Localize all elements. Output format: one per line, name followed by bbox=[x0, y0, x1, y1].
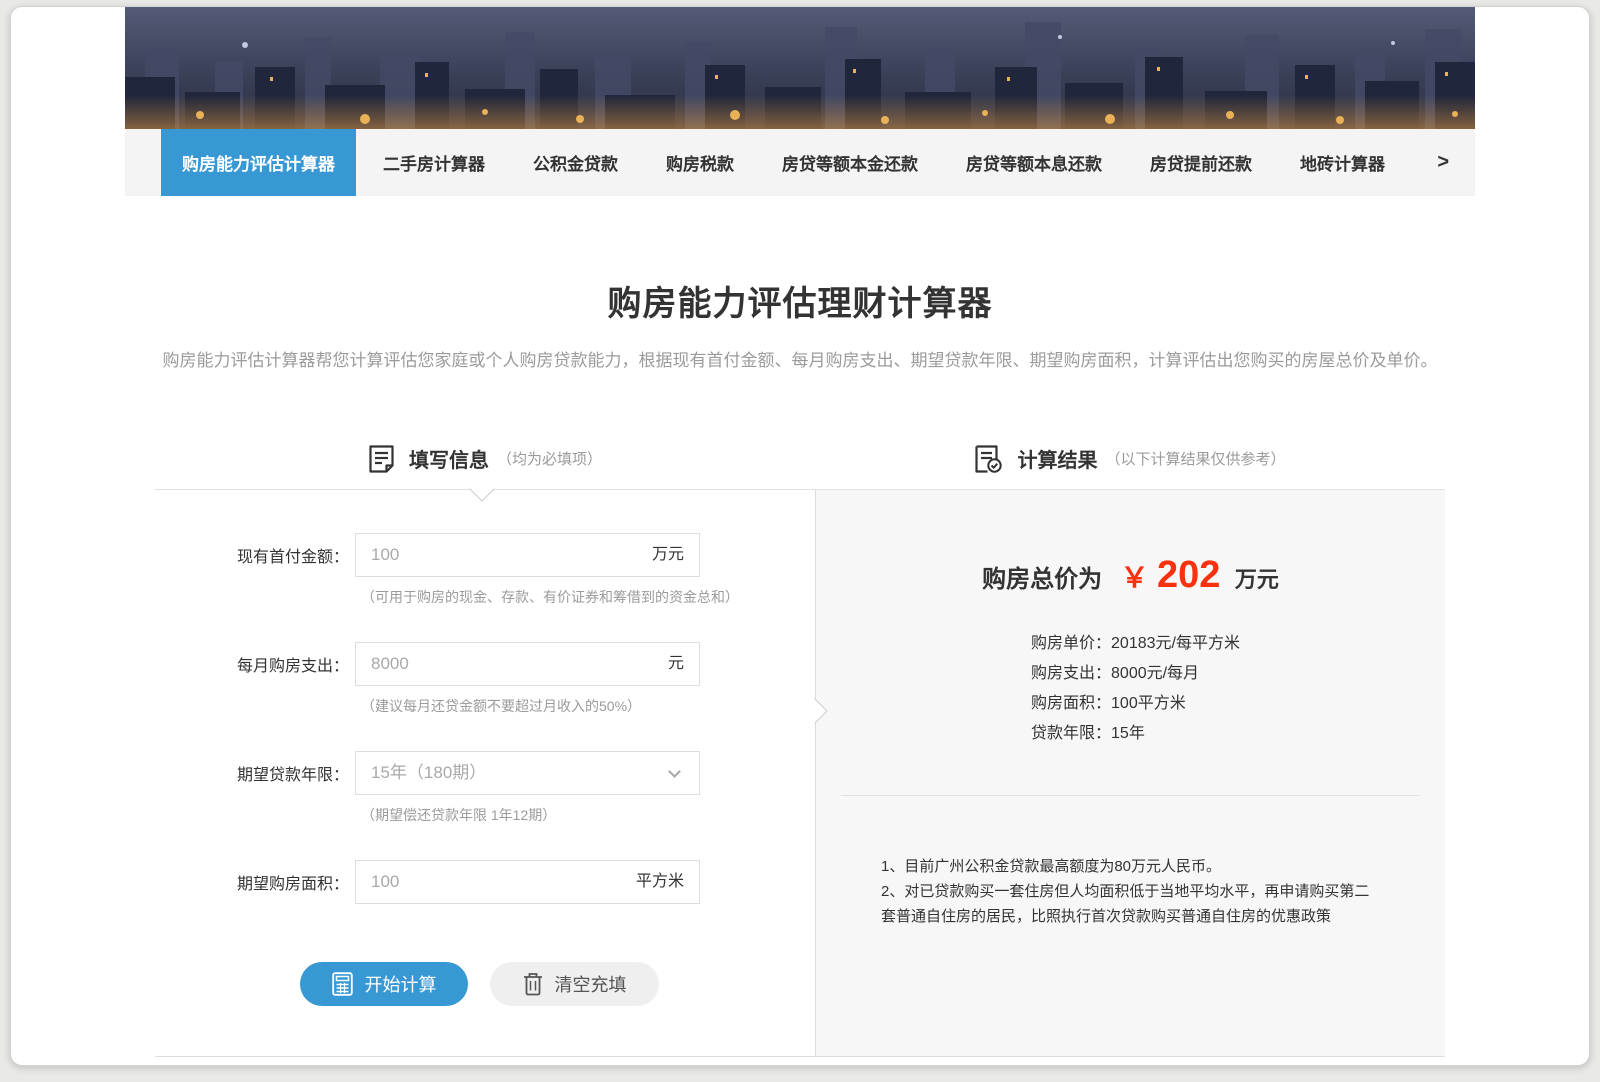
calculator-tabbar: 购房能力评估计算器 二手房计算器 公积金贷款 购房税款 房贷等额本金还款 房贷等… bbox=[125, 129, 1475, 196]
unit-price-row: 购房单价：20183元/每平方米 bbox=[1031, 629, 1445, 659]
calculator-icon bbox=[332, 972, 353, 996]
form-buttons: 开始计算 清空充填 bbox=[155, 962, 815, 1006]
results-section-header: 计算结果 （以下计算结果仅供参考） bbox=[815, 428, 1445, 489]
clear-button[interactable]: 清空充填 bbox=[490, 962, 659, 1006]
total-price-line: 购房总价为 ￥ 202 万元 bbox=[816, 554, 1445, 597]
currency-symbol: ￥ bbox=[1121, 562, 1149, 593]
tab-equal-installment[interactable]: 房贷等额本息还款 bbox=[945, 129, 1123, 196]
results-divider bbox=[841, 795, 1420, 796]
monthly-payment-unit: 元 bbox=[668, 643, 684, 685]
total-price-unit: 万元 bbox=[1235, 567, 1279, 592]
policy-note-2: 2、对已贷款购买一套住房但人均面积低于当地平均水平，再申请购买第二套普通自住房的… bbox=[881, 879, 1370, 929]
result-details: 购房单价：20183元/每平方米 购房支出：8000元/每月 购房面积：100平… bbox=[1031, 629, 1445, 749]
results-panel: 购房总价为 ￥ 202 万元 购房单价：20183元/每平方米 购房支出：800… bbox=[815, 490, 1445, 1056]
page-description: 购房能力评估计算器帮您计算评估您家庭或个人购房贷款能力，根据现有首付金额、每月购… bbox=[155, 345, 1445, 376]
monthly-payment-label: 每月购房支出： bbox=[155, 652, 355, 676]
area-field: 期望购房面积： 平方米 bbox=[155, 860, 815, 904]
area-unit: 平方米 bbox=[636, 861, 684, 903]
clear-button-label: 清空充填 bbox=[555, 971, 627, 997]
monthly-payment-hint: （建议每月还贷金额不要超过月收入的50%） bbox=[361, 696, 815, 716]
tab-provident-fund-loan[interactable]: 公积金贷款 bbox=[512, 129, 639, 196]
monthly-spend-row: 购房支出：8000元/每月 bbox=[1031, 659, 1445, 689]
chevron-down-icon bbox=[668, 766, 681, 779]
tab-floor-tile-calculator[interactable]: 地砖计算器 bbox=[1279, 129, 1406, 196]
tab-affordability-calculator[interactable]: 购房能力评估计算器 bbox=[161, 129, 356, 196]
document-check-icon bbox=[974, 444, 1003, 474]
form-section-note: （均为必填项） bbox=[497, 448, 602, 469]
loan-term-value: 15年（180期） bbox=[371, 763, 486, 782]
city-skyline-banner bbox=[125, 7, 1475, 129]
loan-term-select[interactable]: 15年（180期） bbox=[355, 751, 700, 795]
form-section-title: 填写信息 bbox=[409, 444, 489, 473]
down-payment-field: 现有首付金额： 万元 （可用于购房的现金、存款、有价证券和筹借到的资金总和） bbox=[155, 533, 815, 607]
section-headers: 填写信息 （均为必填项） 计算结果 （以下计算结果仅供参考） bbox=[155, 428, 1445, 490]
tab-purchase-tax[interactable]: 购房税款 bbox=[645, 129, 755, 196]
intro-section: 购房能力评估理财计算器 购房能力评估计算器帮您计算评估您家庭或个人购房贷款能力，… bbox=[125, 196, 1475, 376]
policy-notes: 1、目前广州公积金贷款最高额度为80万元人民币。 2、对已贷款购买一套住房但人均… bbox=[881, 854, 1370, 929]
down-payment-unit: 万元 bbox=[652, 534, 684, 576]
tab-equal-principal[interactable]: 房贷等额本金还款 bbox=[761, 129, 939, 196]
tab-secondhand-calculator[interactable]: 二手房计算器 bbox=[362, 129, 506, 196]
results-section-title: 计算结果 bbox=[1017, 444, 1097, 473]
browser-window: 购房能力评估计算器 二手房计算器 公积金贷款 购房税款 房贷等额本金还款 房贷等… bbox=[10, 6, 1590, 1066]
city-skyline-image bbox=[125, 7, 1475, 129]
tabs-more-arrow-icon[interactable]: > bbox=[1431, 151, 1475, 174]
total-price-label: 购房总价为 bbox=[982, 566, 1102, 593]
page-title: 购房能力评估理财计算器 bbox=[125, 276, 1475, 325]
down-payment-hint: （可用于购房的现金、存款、有价证券和筹借到的资金总和） bbox=[361, 587, 815, 607]
form-panel: 现有首付金额： 万元 （可用于购房的现金、存款、有价证券和筹借到的资金总和） 每… bbox=[155, 490, 815, 1056]
loan-term-hint: （期望偿还贷款年限 1年12期） bbox=[361, 805, 815, 825]
loan-term-field: 期望贷款年限： 15年（180期） （期望偿还贷款年限 1年12期） bbox=[155, 751, 815, 825]
monthly-payment-input[interactable] bbox=[356, 643, 699, 685]
calculator-body: 现有首付金额： 万元 （可用于购房的现金、存款、有价证券和筹借到的资金总和） 每… bbox=[155, 490, 1445, 1057]
down-payment-label: 现有首付金额： bbox=[155, 543, 355, 567]
area-label: 期望购房面积： bbox=[155, 870, 355, 894]
trash-icon bbox=[523, 972, 543, 996]
down-payment-input[interactable] bbox=[356, 534, 699, 576]
total-price-value: 202 bbox=[1157, 554, 1220, 596]
loan-years-row: 贷款年限：15年 bbox=[1031, 719, 1445, 749]
house-area-row: 购房面积：100平方米 bbox=[1031, 689, 1445, 719]
calculate-button[interactable]: 开始计算 bbox=[300, 962, 468, 1006]
calculate-button-label: 开始计算 bbox=[365, 971, 437, 997]
monthly-payment-field: 每月购房支出： 元 （建议每月还贷金额不要超过月收入的50%） bbox=[155, 642, 815, 716]
document-icon bbox=[368, 444, 395, 474]
loan-term-label: 期望贷款年限： bbox=[155, 761, 355, 785]
tab-early-repayment[interactable]: 房贷提前还款 bbox=[1129, 129, 1273, 196]
results-section-note: （以下计算结果仅供参考） bbox=[1105, 448, 1285, 469]
policy-note-1: 1、目前广州公积金贷款最高额度为80万元人民币。 bbox=[881, 854, 1370, 879]
